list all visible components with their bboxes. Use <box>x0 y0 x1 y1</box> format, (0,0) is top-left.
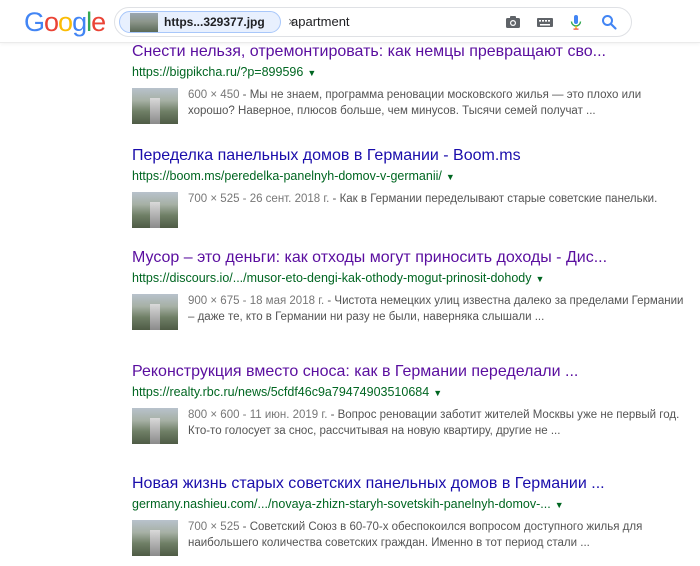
result-snippet: 900 × 675 - 18 мая 2018 г. - Чистота нем… <box>188 293 688 325</box>
result-title-link[interactable]: Снести нельзя, отремонтировать: как немц… <box>132 42 692 61</box>
result-url[interactable]: https://discours.io/.../musor-eto-dengi-… <box>132 270 692 288</box>
logo-letter: o <box>44 7 59 37</box>
search-header: Google https...329377.jpg × apartment <box>0 0 700 43</box>
search-result: Мусор – это деньги: как отходы могут при… <box>132 248 692 340</box>
result-thumbnail[interactable] <box>132 88 178 124</box>
url-menu-caret-icon[interactable]: ▼ <box>433 388 442 398</box>
result-url[interactable]: germany.nashieu.com/.../novaya-zhizn-sta… <box>132 496 692 514</box>
logo-letter: o <box>58 7 73 37</box>
result-title-link[interactable]: Новая жизнь старых советских панельных д… <box>132 474 692 493</box>
result-snippet: 700 × 525 - 26 сент. 2018 г. - Как в Гер… <box>188 191 688 207</box>
result-snippet-text: - Мы не знаем, программа реновации моско… <box>188 89 642 117</box>
search-result: Новая жизнь старых советских панельных д… <box>132 474 692 566</box>
result-thumbnail[interactable] <box>132 192 178 228</box>
result-thumbnail[interactable] <box>132 294 178 330</box>
search-result: Снести нельзя, отремонтировать: как немц… <box>132 42 692 134</box>
logo-letter: G <box>24 7 45 37</box>
result-snippet: 700 × 525 - Советский Союз в 60-70-х обе… <box>188 519 688 551</box>
search-box[interactable]: https...329377.jpg × apartment <box>114 7 632 37</box>
result-url-text: germany.nashieu.com/.../novaya-zhizn-sta… <box>132 497 551 511</box>
result-thumbnail[interactable] <box>132 520 178 556</box>
result-snippet-text: - Как в Германии переделывают старые сов… <box>329 193 658 205</box>
result-snippet: 600 × 450 - Мы не знаем, программа ренов… <box>188 87 688 119</box>
result-title-link[interactable]: Реконструкция вместо сноса: как в Герман… <box>132 362 692 381</box>
result-url-text: https://bigpikcha.ru/?p=899596 <box>132 65 304 79</box>
result-meta: 800 × 600 - 11 июн. 2019 г. <box>188 409 328 421</box>
result-url[interactable]: https://bigpikcha.ru/?p=899596 ▼ <box>132 64 692 82</box>
result-meta: 700 × 525 <box>188 521 240 533</box>
result-meta: 600 × 450 <box>188 89 240 101</box>
camera-icon[interactable] <box>503 12 523 32</box>
result-url-text: https://realty.rbc.ru/news/5cfdf46c9a794… <box>132 385 430 399</box>
search-input[interactable]: apartment <box>291 14 350 29</box>
result-url-text: https://discours.io/.../musor-eto-dengi-… <box>132 271 532 285</box>
result-thumbnail[interactable] <box>132 408 178 444</box>
logo-letter: e <box>91 7 106 37</box>
query-image-thumbnail <box>130 13 158 32</box>
search-result: Переделка панельных домов в Германии - B… <box>132 146 692 238</box>
result-snippet-text: - Советский Союз в 60-70-х обеспокоился … <box>188 521 643 549</box>
result-title-link[interactable]: Мусор – это деньги: как отходы могут при… <box>132 248 692 267</box>
url-menu-caret-icon[interactable]: ▼ <box>446 172 455 182</box>
result-url[interactable]: https://realty.rbc.ru/news/5cfdf46c9a794… <box>132 384 692 402</box>
result-snippet: 800 × 600 - 11 июн. 2019 г. - Вопрос рен… <box>188 407 688 439</box>
search-result: Реконструкция вместо сноса: как в Герман… <box>132 362 692 454</box>
result-url-text: https://boom.ms/peredelka-panelnyh-domov… <box>132 169 442 183</box>
microphone-icon[interactable] <box>566 12 586 32</box>
result-url[interactable]: https://boom.ms/peredelka-panelnyh-domov… <box>132 168 692 186</box>
url-menu-caret-icon[interactable]: ▼ <box>555 500 564 510</box>
result-meta: 900 × 675 - 18 мая 2018 г. <box>188 295 325 307</box>
result-meta: 700 × 525 - 26 сент. 2018 г. <box>188 193 330 205</box>
search-icon[interactable] <box>599 12 619 32</box>
keyboard-icon[interactable] <box>535 12 555 32</box>
google-logo[interactable]: Google <box>24 7 106 37</box>
image-query-chip[interactable]: https...329377.jpg × <box>119 11 296 33</box>
url-menu-caret-icon[interactable]: ▼ <box>307 68 316 78</box>
url-menu-caret-icon[interactable]: ▼ <box>536 274 545 284</box>
logo-letter: g <box>72 7 87 37</box>
result-title-link[interactable]: Переделка панельных домов в Германии - B… <box>132 146 692 165</box>
query-image-filename: https...329377.jpg <box>164 15 265 29</box>
